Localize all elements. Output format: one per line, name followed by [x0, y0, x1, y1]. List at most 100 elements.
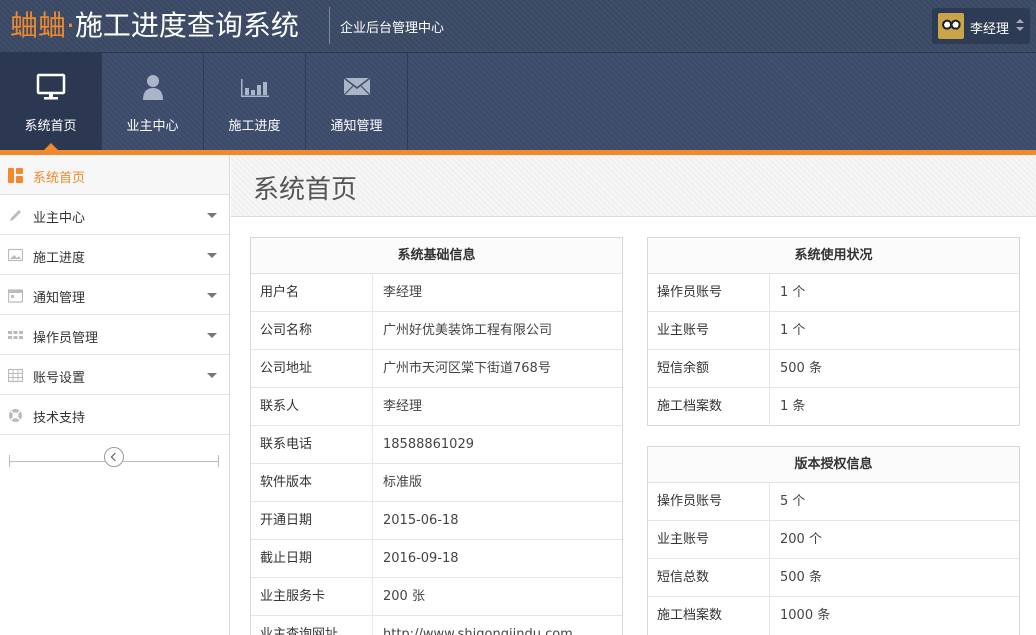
row-key: 联系电话: [251, 426, 373, 464]
sidebar-item-label: 账号设置: [33, 371, 86, 386]
row-value: 200 个: [780, 532, 822, 547]
sidebar-item-label: 技术支持: [33, 411, 86, 426]
row-value: 标准版: [383, 475, 423, 490]
row-key: 业主账号: [648, 312, 770, 350]
owner-query-url[interactable]: http://www.shigongjindu.com: [373, 616, 573, 635]
sidebar-item-progress[interactable]: 施工进度: [0, 235, 229, 275]
table-row: 联系人 李经理: [251, 388, 622, 426]
user-name: 李经理: [970, 22, 1010, 37]
user-icon: [143, 75, 163, 100]
row-key: 业主查询网址: [251, 616, 373, 635]
topnav-label: 施工进度: [228, 119, 281, 134]
table-row: 操作员账号 5 个: [648, 483, 1019, 521]
row-value: 200 张: [383, 589, 425, 604]
chevron-down-icon: [207, 253, 217, 258]
image-icon: [8, 248, 23, 262]
collapse-sidebar-button[interactable]: [104, 447, 124, 467]
lifebuoy-icon: [9, 409, 22, 422]
chevron-down-icon: [207, 293, 217, 298]
row-key: 软件版本: [251, 464, 373, 502]
row-key: 施工档案数: [648, 597, 770, 635]
sidebar-item-owner[interactable]: 业主中心: [0, 195, 229, 235]
topnav-label: 业主中心: [126, 119, 179, 134]
row-key: 短信总数: [648, 559, 770, 597]
sidebar-item-account[interactable]: 账号设置: [0, 355, 229, 395]
sidebar-item-operators[interactable]: 操作员管理: [0, 315, 229, 355]
brand-name: 施工进度查询系统: [74, 9, 299, 42]
row-key: 操作员账号: [648, 274, 770, 312]
row-key: 公司名称: [251, 312, 373, 350]
table-row: 业主账号 1 个: [648, 312, 1019, 350]
table-row: 软件版本 标准版: [251, 464, 622, 502]
header-divider: [329, 7, 330, 44]
row-value: 1 个: [780, 323, 806, 338]
sidebar-item-label: 系统首页: [33, 171, 86, 186]
topnav-item-notice[interactable]: 通知管理: [306, 53, 408, 151]
row-value: 1000 条: [780, 608, 831, 623]
table-row: 业主账号 200 个: [648, 521, 1019, 559]
table-row: 业主服务卡 200 张: [251, 578, 622, 616]
table-row: 施工档案数 1000 条: [648, 597, 1019, 635]
panel-title: 系统基础信息: [251, 238, 622, 274]
sidebar-item-notice[interactable]: 通知管理: [0, 275, 229, 315]
table-row: 截止日期 2016-09-18: [251, 540, 622, 578]
sidebar-item-label: 通知管理: [33, 291, 86, 306]
chevron-down-icon: [207, 333, 217, 338]
row-key: 开通日期: [251, 502, 373, 540]
row-value: 500 条: [780, 361, 822, 376]
app-title: 蛐蛐·施工进度查询系统: [10, 6, 299, 46]
topnav-item-home[interactable]: 系统首页: [0, 53, 102, 151]
avatar: [938, 13, 964, 39]
row-key: 联系人: [251, 388, 373, 426]
table-row: 施工档案数 1 条: [648, 388, 1019, 426]
active-caret: [44, 143, 58, 150]
table-row: 短信总数 500 条: [648, 559, 1019, 597]
license-panel: 版本授权信息 操作员账号 5 个 业主账号 200 个 短信总数 500 条 施工档案…: [647, 446, 1020, 635]
row-value: 2016-09-18: [383, 551, 459, 566]
topnav-item-progress[interactable]: 施工进度: [204, 53, 306, 151]
row-key: 用户名: [251, 274, 373, 312]
bar-chart-icon: [241, 79, 269, 97]
panel-title: 版本授权信息: [648, 447, 1019, 483]
page-title-bar: 系统首页: [231, 155, 1036, 217]
chevron-down-icon: [207, 373, 217, 378]
table-row: 公司地址 广州市天河区棠下街道768号: [251, 350, 622, 388]
panel-title: 系统使用状况: [648, 238, 1019, 274]
monitor-icon: [36, 73, 66, 100]
envelope-icon: [343, 77, 371, 96]
header-subtitle: 企业后台管理中心: [340, 21, 445, 36]
sidebar: 系统首页 业主中心 施工进度 通知管理 操作员管理 账号设置 技术支持: [0, 155, 230, 635]
row-value: 2015-06-18: [383, 513, 459, 528]
row-value: 李经理: [383, 399, 423, 414]
row-value: 1 个: [780, 285, 806, 300]
table-row: 公司名称 广州好优美装饰工程有限公司: [251, 312, 622, 350]
row-value: 5 个: [780, 494, 806, 509]
row-key: 业主账号: [648, 521, 770, 559]
sidebar-item-label: 业主中心: [33, 211, 86, 226]
user-menu[interactable]: 李经理: [932, 8, 1030, 44]
usage-panel: 系统使用状况 操作员账号 1 个 业主账号 1 个 短信余额 500 条 施工档案数 1…: [647, 237, 1020, 426]
top-nav: 系统首页 业主中心 施工进度 通知管理: [0, 52, 1036, 151]
row-key: 短信余额: [648, 350, 770, 388]
sidebar-item-support[interactable]: 技术支持: [0, 395, 229, 435]
row-value: 广州市天河区棠下街道768号: [383, 361, 551, 376]
sidebar-item-home[interactable]: 系统首页: [0, 155, 229, 195]
row-value: 广州好优美装饰工程有限公司: [383, 323, 553, 338]
updown-arrow-icon: [1016, 19, 1024, 33]
table-row: 操作员账号 1 个: [648, 274, 1019, 312]
row-key: 截止日期: [251, 540, 373, 578]
table-row: 业主查询网址 http://www.shigongjindu.com: [251, 616, 622, 635]
topnav-item-owner[interactable]: 业主中心: [102, 53, 204, 151]
table-row: 用户名 李经理: [251, 274, 622, 312]
pencil-icon: [10, 210, 21, 221]
row-key: 业主服务卡: [251, 578, 373, 616]
row-key: 施工档案数: [648, 388, 770, 426]
row-value: 500 条: [780, 570, 822, 585]
topnav-label: 系统首页: [24, 119, 77, 134]
table-row: 短信余额 500 条: [648, 350, 1019, 388]
grid-icon: [8, 331, 23, 339]
page-title: 系统首页: [253, 175, 358, 205]
row-key: 公司地址: [251, 350, 373, 388]
calendar-icon: [8, 289, 23, 303]
row-key: 操作员账号: [648, 483, 770, 521]
